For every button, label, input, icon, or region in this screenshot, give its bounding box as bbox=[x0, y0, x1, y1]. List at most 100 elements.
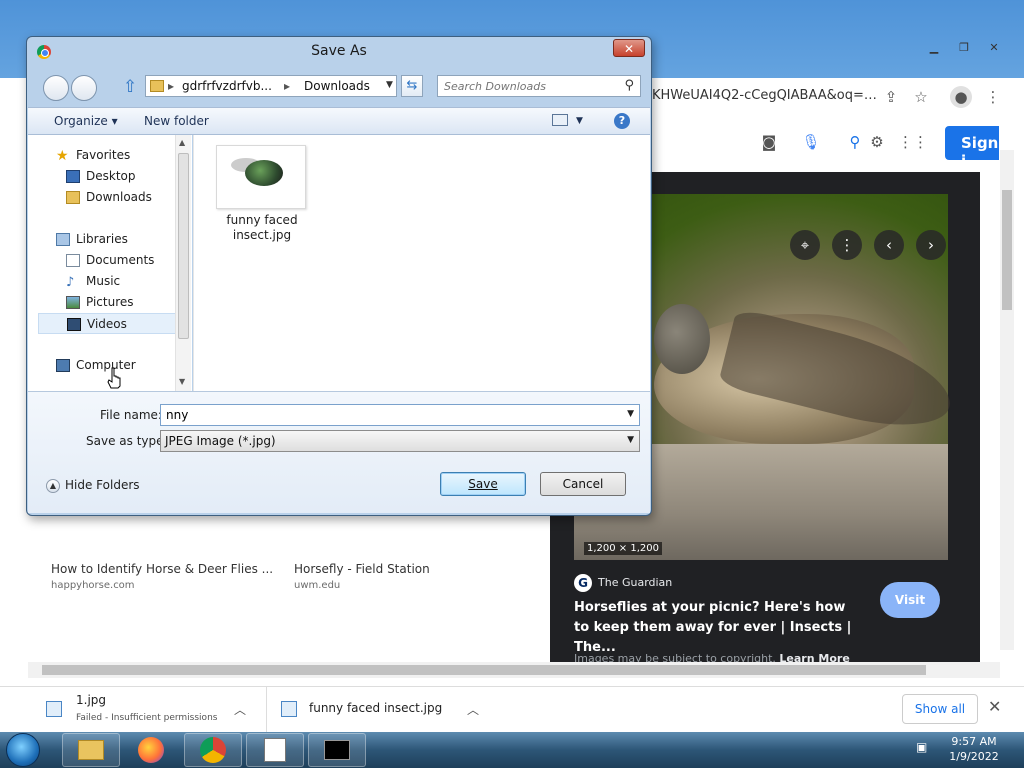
checklist-icon bbox=[264, 738, 286, 762]
save-type-select[interactable]: JPEG Image (*.jpg) ▼ bbox=[160, 430, 640, 452]
nav-item-videos[interactable]: Videos bbox=[38, 313, 176, 334]
chevron-up-icon[interactable]: ︿ bbox=[234, 701, 246, 718]
page-vertical-scrollbar[interactable] bbox=[1000, 150, 1014, 650]
save-as-dialog: Save As ✕ ⇧ ▸ gdrfrfvzdrfvb... ▸ Downloa… bbox=[26, 36, 652, 516]
close-icon[interactable]: ✕ bbox=[982, 39, 1006, 55]
image-file-icon bbox=[281, 701, 297, 717]
preview-title-link[interactable]: Horseflies at your picnic? Here's how to… bbox=[574, 598, 864, 658]
help-icon[interactable]: ? bbox=[614, 113, 630, 129]
maximize-icon[interactable]: ❐ bbox=[952, 39, 976, 55]
nav-pane-scrollbar[interactable]: ▲ ▼ bbox=[175, 135, 191, 391]
sign-in-button[interactable]: Sign i bbox=[945, 126, 999, 170]
search-downloads-box[interactable]: ⚲ bbox=[437, 75, 641, 97]
star-icon: ★ bbox=[56, 148, 69, 164]
chevron-down-icon[interactable]: ▼ bbox=[627, 409, 634, 419]
firefox-taskbar-button[interactable] bbox=[122, 733, 180, 767]
scroll-down-icon[interactable]: ▼ bbox=[179, 377, 185, 386]
back-button[interactable] bbox=[43, 75, 69, 101]
image-dimensions: 1,200 × 1,200 bbox=[584, 542, 662, 555]
horsefly-eye bbox=[654, 304, 710, 374]
address-breadcrumb[interactable]: ▸ gdrfrfvzdrfvb... ▸ Downloads ▼ bbox=[145, 75, 397, 97]
breadcrumb-segment-2[interactable]: Downloads bbox=[304, 79, 370, 93]
dialog-close-button[interactable]: ✕ bbox=[613, 39, 645, 57]
search-input[interactable] bbox=[438, 76, 614, 96]
nav-item-pictures[interactable]: Pictures bbox=[28, 292, 178, 313]
network-tray-icon[interactable]: ▣ bbox=[916, 740, 932, 756]
up-arrow-icon[interactable]: ⇧ bbox=[123, 77, 137, 97]
explorer-taskbar-button[interactable] bbox=[62, 733, 120, 767]
view-options-icon[interactable] bbox=[552, 114, 568, 126]
result-caption-2[interactable]: Horsefly - Field Station bbox=[294, 562, 430, 576]
search-tools: ◙ 🎙 ⚲ ⚙ ⋮⋮ bbox=[640, 124, 940, 160]
cancel-button[interactable]: Cancel bbox=[540, 472, 626, 496]
address-bar[interactable]: KHWeUAI4Q2-cCegQIABAA&oq=… bbox=[652, 88, 877, 103]
refresh-icon[interactable]: ⇆ bbox=[401, 75, 423, 97]
folder-icon bbox=[150, 80, 164, 92]
nav-item-documents[interactable]: Documents bbox=[28, 250, 178, 271]
save-button[interactable]: Save bbox=[440, 472, 526, 496]
documents-icon bbox=[66, 254, 80, 267]
nav-scroll-thumb[interactable] bbox=[178, 153, 189, 339]
search-icon[interactable]: ⚲ bbox=[844, 131, 866, 153]
file-item-thumbnail[interactable] bbox=[216, 145, 306, 209]
nav-item-downloads[interactable]: Downloads bbox=[28, 187, 178, 208]
folder-icon bbox=[78, 740, 104, 760]
share-icon[interactable]: ⇪ bbox=[880, 86, 902, 108]
save-type-value: JPEG Image (*.jpg) bbox=[165, 434, 276, 448]
source-logo-icon: G bbox=[574, 574, 592, 592]
nav-item-favorites[interactable]: ★ Favorites bbox=[28, 145, 178, 166]
bookmark-star-icon[interactable]: ☆ bbox=[910, 86, 932, 108]
more-options-icon[interactable]: ⋮ bbox=[832, 230, 862, 260]
profile-avatar-icon[interactable]: ● bbox=[950, 86, 972, 108]
file-item-name[interactable]: funny faced insect.jpg bbox=[208, 213, 316, 243]
file-name-combobox[interactable]: ▼ bbox=[160, 404, 640, 426]
system-clock[interactable]: 9:57 AM 1/9/2022 bbox=[944, 734, 1004, 764]
previous-chevron-icon[interactable]: ‹ bbox=[874, 230, 904, 260]
navigation-pane: ★ Favorites Desktop Downloads Libraries … bbox=[28, 135, 192, 391]
horizontal-scroll-thumb[interactable] bbox=[42, 665, 926, 675]
apps-grid-icon[interactable]: ⋮⋮ bbox=[898, 131, 928, 153]
search-icon[interactable]: ⚲ bbox=[624, 78, 634, 93]
nav-item-computer[interactable]: Computer bbox=[28, 355, 178, 376]
chevron-down-icon[interactable]: ▼ bbox=[627, 435, 634, 445]
chevron-down-icon[interactable]: ▼ bbox=[576, 116, 583, 126]
scroll-up-icon[interactable]: ▲ bbox=[179, 138, 185, 147]
source-name[interactable]: The Guardian bbox=[598, 576, 672, 589]
menu-kebab-icon[interactable]: ⋮ bbox=[982, 86, 1004, 108]
cmd-taskbar-button[interactable] bbox=[308, 733, 366, 767]
terminal-icon bbox=[324, 740, 350, 760]
camera-icon[interactable]: ◙ bbox=[758, 131, 780, 153]
organize-button[interactable]: Organize ▾ bbox=[54, 114, 118, 128]
show-all-button[interactable]: Show all bbox=[902, 694, 978, 724]
visit-button[interactable]: Visit bbox=[880, 582, 940, 618]
breadcrumb-segment-1[interactable]: gdrfrfvzdrfvb... bbox=[182, 79, 272, 93]
next-chevron-icon[interactable]: › bbox=[916, 230, 946, 260]
close-downloads-icon[interactable]: ✕ bbox=[988, 697, 1001, 716]
chevron-up-icon[interactable]: ︿ bbox=[467, 701, 479, 718]
chrome-taskbar-button[interactable] bbox=[184, 733, 242, 767]
minimize-icon[interactable]: ▁ bbox=[922, 39, 946, 55]
download-name-2: funny faced insect.jpg bbox=[309, 701, 443, 715]
lens-search-icon[interactable]: ⌖ bbox=[790, 230, 820, 260]
microphone-icon[interactable]: 🎙 bbox=[800, 131, 822, 153]
new-folder-button[interactable]: New folder bbox=[144, 114, 209, 128]
forward-button[interactable] bbox=[71, 75, 97, 101]
start-button[interactable] bbox=[6, 733, 40, 767]
nav-item-libraries[interactable]: Libraries bbox=[28, 229, 178, 250]
nav-item-music[interactable]: ♪ Music bbox=[28, 271, 178, 292]
vertical-scroll-thumb[interactable] bbox=[1002, 190, 1012, 310]
tasks-taskbar-button[interactable] bbox=[246, 733, 304, 767]
download-item-2[interactable]: funny faced insect.jpg ︿ bbox=[266, 687, 494, 733]
page-horizontal-scrollbar[interactable] bbox=[28, 662, 1000, 678]
pictures-icon bbox=[66, 296, 80, 309]
settings-gear-icon[interactable]: ⚙ bbox=[866, 131, 888, 153]
download-item-1[interactable]: 1.jpg Failed - Insufficient permissions … bbox=[32, 687, 260, 733]
hide-folders-button[interactable]: ▲ Hide Folders bbox=[46, 478, 140, 493]
file-name-input[interactable] bbox=[161, 405, 611, 425]
chevron-down-icon[interactable]: ▼ bbox=[386, 80, 393, 90]
nav-item-desktop[interactable]: Desktop bbox=[28, 166, 178, 187]
result-caption-1[interactable]: How to Identify Horse & Deer Flies ... bbox=[51, 562, 273, 576]
chevron-up-icon: ▲ bbox=[46, 478, 60, 493]
videos-icon bbox=[67, 318, 81, 331]
save-type-label: Save as type: bbox=[86, 434, 168, 448]
